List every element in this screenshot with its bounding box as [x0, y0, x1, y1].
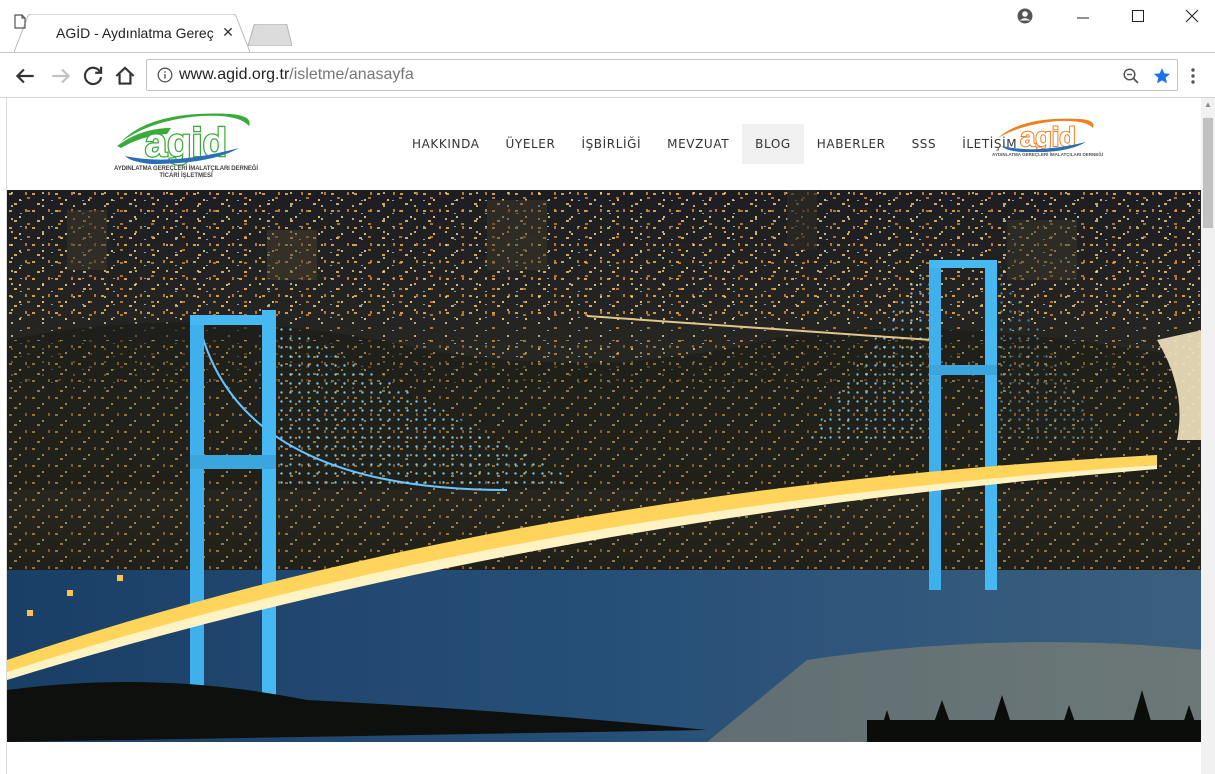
hero-bridge-image — [7, 190, 1201, 742]
minimize-icon[interactable] — [1071, 6, 1095, 26]
info-icon[interactable] — [157, 67, 173, 83]
nav-item-uyeler[interactable]: ÜYELER — [493, 124, 569, 164]
kebab-menu-icon[interactable] — [1190, 67, 1196, 85]
logo-left-subtitle-2: TİCARİ İŞLETMESİ — [159, 173, 213, 179]
agid-logo-right[interactable]: agid agid AYDINLATMA GEREÇLERİ İMALATÇIL… — [992, 114, 1103, 166]
browser-toolbar: www.agid.org.tr/isletme/anasayfa — [0, 52, 1215, 98]
nav-item-haberler[interactable]: HABERLER — [804, 124, 899, 164]
main-nav: HAKKINDA ÜYELER İŞBİRLİĞİ MEVZUAT BLOG H… — [399, 124, 1030, 164]
window-close-icon[interactable] — [1180, 6, 1204, 26]
nav-item-mevzuat[interactable]: MEVZUAT — [654, 124, 742, 164]
page-viewport: agid agid AYDINLATMA GEREÇLERİ İMALATÇIL… — [6, 98, 1201, 774]
scroll-up-icon[interactable]: ▲ — [1204, 100, 1212, 109]
forward-arrow-icon[interactable] — [48, 63, 74, 89]
maximize-icon[interactable] — [1126, 6, 1150, 26]
agid-logo-mark-right: agid agid — [998, 118, 1094, 153]
nav-item-isbirligi[interactable]: İŞBİRLİĞİ — [568, 124, 654, 164]
agid-logo-left[interactable]: agid agid AYDINLATMA GEREÇLERİ İMALATÇIL… — [111, 106, 261, 180]
site-header: agid agid AYDINLATMA GEREÇLERİ İMALATÇIL… — [7, 98, 1201, 190]
url-path: /isletme/anasayfa — [289, 66, 414, 83]
page-below-hero — [7, 742, 1201, 774]
address-bar[interactable]: www.agid.org.tr/isletme/anasayfa — [146, 59, 1178, 91]
page-scrollbar[interactable]: ▲ — [1201, 98, 1215, 774]
home-icon[interactable] — [112, 63, 138, 89]
new-tab-button[interactable] — [248, 24, 292, 46]
document-icon — [14, 14, 26, 29]
star-icon[interactable] — [1152, 66, 1172, 86]
url-text[interactable]: www.agid.org.tr/isletme/anasayfa — [179, 66, 414, 84]
close-icon[interactable]: ✕ — [220, 24, 236, 41]
nav-item-sss[interactable]: SSS — [899, 124, 950, 164]
account-icon[interactable] — [1013, 6, 1037, 26]
back-arrow-icon[interactable] — [12, 63, 38, 89]
scroll-thumb[interactable] — [1203, 118, 1213, 228]
agid-logo-mark: agid agid — [117, 113, 250, 166]
url-host: www.agid.org.tr — [179, 66, 290, 83]
tab-title: AGİD - Aydınlatma Gereç — [56, 25, 214, 41]
nav-item-blog[interactable]: BLOG — [742, 124, 804, 164]
browser-titlebar: AGİD - Aydınlatma Gereç ✕ — [0, 0, 1215, 52]
reload-icon[interactable] — [80, 63, 106, 89]
zoom-icon[interactable] — [1122, 67, 1140, 85]
logo-left-subtitle-1: AYDINLATMA GEREÇLERİ İMALATÇILARI DERNEĞ… — [114, 166, 258, 172]
nav-item-hakkinda[interactable]: HAKKINDA — [399, 124, 493, 164]
logo-right-subtitle: AYDINLATMA GEREÇLERİ İMALATÇILARI DERNEĞ… — [992, 152, 1103, 157]
browser-tab-active[interactable]: AGİD - Aydınlatma Gereç ✕ — [14, 14, 250, 52]
